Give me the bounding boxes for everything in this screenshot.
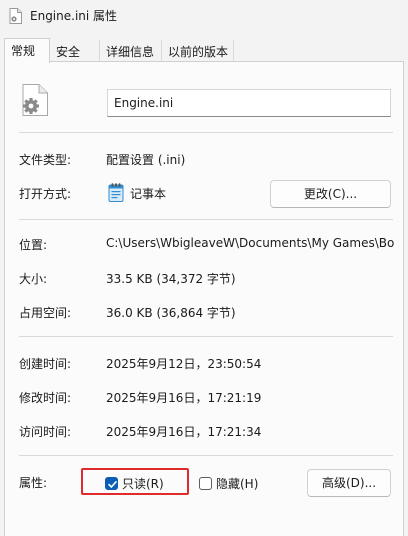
opens-with-label: 打开方式: (19, 187, 72, 201)
size-on-disk-label: 占用空间: (19, 306, 72, 320)
created-value: 2025年9月12日，23:50:54 (106, 357, 262, 371)
filename-input[interactable] (107, 89, 391, 117)
tab-strip: 常规 安全 详细信息 以前的版本 (0, 38, 408, 63)
change-button[interactable]: 更改(C)... (270, 180, 391, 208)
tab-previous-versions[interactable]: 以前的版本 (162, 40, 234, 62)
readonly-checkbox[interactable]: 只读(R) (105, 475, 164, 492)
file-settings-icon (22, 84, 48, 116)
modified-label: 修改时间: (19, 391, 72, 405)
tab-details[interactable]: 详细信息 (100, 40, 162, 62)
tab-label: 详细信息 (106, 45, 155, 59)
readonly-label: 只读(R) (122, 477, 164, 491)
size-on-disk-value: 36.0 KB (36,864 字节) (106, 306, 236, 320)
separator (19, 132, 393, 133)
accessed-value: 2025年9月16日，17:21:34 (106, 425, 262, 439)
separator (19, 455, 393, 456)
separator (19, 336, 393, 337)
title-bar[interactable]: Engine.ini 属性 (0, 0, 408, 32)
notepad-icon (108, 183, 124, 202)
size-value: 33.5 KB (34,372 字节) (106, 272, 236, 286)
tab-label: 常规 (11, 44, 36, 58)
hidden-label: 隐藏(H) (216, 477, 259, 491)
tab-general[interactable]: 常规 (4, 38, 50, 63)
tab-security[interactable]: 安全 (50, 40, 100, 62)
location-label: 位置: (19, 238, 48, 252)
tab-label: 安全 (56, 45, 81, 59)
tab-label: 以前的版本 (168, 45, 229, 59)
checkbox-box[interactable] (199, 477, 212, 490)
file-type-value: 配置设置 (.ini) (106, 153, 186, 167)
checkmark-icon[interactable] (105, 477, 118, 490)
size-label: 大小: (19, 272, 48, 286)
hidden-checkbox[interactable]: 隐藏(H) (199, 475, 258, 492)
file-settings-icon (9, 8, 22, 24)
opens-with-value: 记事本 (130, 187, 167, 201)
properties-window: Engine.ini 属性 常规 安全 详细信息 以前的版本 Engine.in… (0, 0, 408, 536)
advanced-button[interactable]: 高级(D)... (307, 469, 391, 497)
general-tab-panel: 文件类型: 配置设置 (.ini) 打开方式: 记事本 更改(C)... 位置:… (4, 61, 404, 536)
file-type-label: 文件类型: (19, 153, 72, 167)
attributes-label: 属性: (19, 476, 48, 490)
location-value[interactable]: C:\Users\WbigleaveW\Documents\My Games\B… (106, 236, 398, 250)
accessed-label: 访问时间: (19, 425, 72, 439)
separator (19, 219, 393, 220)
created-label: 创建时间: (19, 357, 72, 371)
modified-value: 2025年9月16日，17:21:19 (106, 391, 262, 405)
window-title: Engine.ini 属性 (30, 9, 118, 23)
